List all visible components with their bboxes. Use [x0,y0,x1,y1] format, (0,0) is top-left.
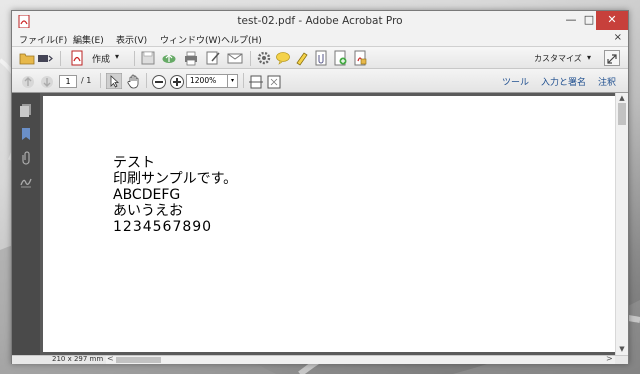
gear-icon[interactable] [256,50,272,66]
highlight-icon[interactable] [294,50,310,66]
document-viewport: テスト 印刷サンプルです。 ABCDEFG あいうえお 1234567890 [40,93,615,355]
vertical-scrollbar[interactable]: ▲ ▼ [615,93,628,355]
comment-pane-link[interactable]: 注釈 [598,75,616,88]
add-page-icon[interactable] [332,50,348,66]
menu-bar: ファイル(F) 編集(E) 表示(V) ウィンドウ(W) ヘルプ(H) × [12,32,628,46]
scroll-up-arrow[interactable]: ▲ [616,93,628,103]
next-page-icon[interactable] [39,74,55,90]
toolbar-separator [60,51,61,66]
fill-sign-pane-link[interactable]: 入力と署名 [541,75,586,88]
expand-button[interactable] [604,50,620,66]
toolbar-separator [100,73,101,88]
acrobat-window: test-02.pdf - Adobe Acrobat Pro — □ ✕ ファ… [11,10,629,364]
secure-pdf-icon[interactable] [352,50,368,66]
title-bar: test-02.pdf - Adobe Acrobat Pro — □ ✕ [12,11,628,32]
navigation-pane [12,93,40,355]
zoom-out-icon[interactable] [151,74,167,90]
chevron-down-icon[interactable]: ▾ [228,74,238,88]
horizontal-scroll-thumb[interactable] [116,357,161,363]
horizontal-scrollbar[interactable]: < > [106,354,615,364]
email-icon[interactable] [227,50,243,66]
full-screen-icon[interactable] [266,74,282,90]
edit-document-icon[interactable] [205,50,221,66]
page-size-label: 210 x 297 mm [52,355,104,363]
previous-page-icon[interactable] [20,74,36,90]
chevron-down-icon[interactable]: ▾ [115,52,119,61]
expand-icon [607,54,617,64]
document-close-button[interactable]: × [614,32,622,43]
toolbar-separator [146,73,147,88]
document-line-3: ABCDEFG [113,187,181,203]
open-folder-icon[interactable] [19,50,35,66]
document-line-4: あいうえお [113,203,183,219]
page-thumbnails-icon[interactable] [19,103,33,117]
select-cursor-icon[interactable] [106,73,122,89]
mail-attach-icon[interactable] [37,50,53,66]
scroll-down-arrow[interactable]: ▼ [616,344,628,354]
create-menu-label[interactable]: 作成 [92,52,110,65]
save-icon[interactable] [140,50,156,66]
customize-menu-label[interactable]: カスタマイズ [534,53,582,64]
status-bar: 210 x 297 mm < > [12,354,628,364]
toolbar-separator [250,51,251,66]
menu-edit[interactable]: 編集(E) [73,33,104,46]
page-number-input[interactable]: 1 [59,75,77,88]
page-total-label: / 1 [81,76,92,85]
comment-bubble-icon[interactable] [275,50,291,66]
zoom-in-icon[interactable] [169,74,185,90]
navigation-toolbar: 1 / 1 1200% ▾ ツール 入力と署名 注釈 [12,69,628,93]
main-toolbar: 作成 ▾ カスタマイズ ▾ [12,46,628,69]
chevron-down-icon[interactable]: ▾ [587,53,591,62]
tools-pane-link[interactable]: ツール [502,75,529,88]
scroll-right-arrow[interactable]: > [606,354,613,363]
fit-page-icon[interactable] [248,74,264,90]
toolbar-separator [243,73,244,88]
attachments-icon[interactable] [19,151,33,165]
zoom-level-input[interactable]: 1200% [186,74,228,88]
signatures-icon[interactable] [19,175,33,189]
document-line-1: テスト [113,155,155,171]
menu-window[interactable]: ウィンドウ(W) [160,33,221,46]
document-line-2: 印刷サンプルです。 [113,171,238,187]
document-line-5: 1234567890 [113,219,213,235]
create-pdf-icon[interactable] [69,50,85,66]
vertical-scroll-thumb[interactable] [618,103,626,125]
window-title: test-02.pdf - Adobe Acrobat Pro [237,15,403,27]
cloud-upload-icon[interactable] [161,50,177,66]
print-icon[interactable] [183,50,199,66]
menu-help[interactable]: ヘルプ(H) [221,33,262,46]
attach-file-icon[interactable] [313,50,329,66]
bookmarks-icon[interactable] [19,127,33,141]
menu-view[interactable]: 表示(V) [116,33,147,46]
close-button[interactable]: ✕ [596,11,628,30]
hand-tool-icon[interactable] [126,73,142,89]
toolbar-separator [134,51,135,66]
scroll-left-arrow[interactable]: < [107,354,114,363]
menu-file[interactable]: ファイル(F) [19,33,67,46]
pdf-page: テスト 印刷サンプルです。 ABCDEFG あいうえお 1234567890 [43,96,615,352]
